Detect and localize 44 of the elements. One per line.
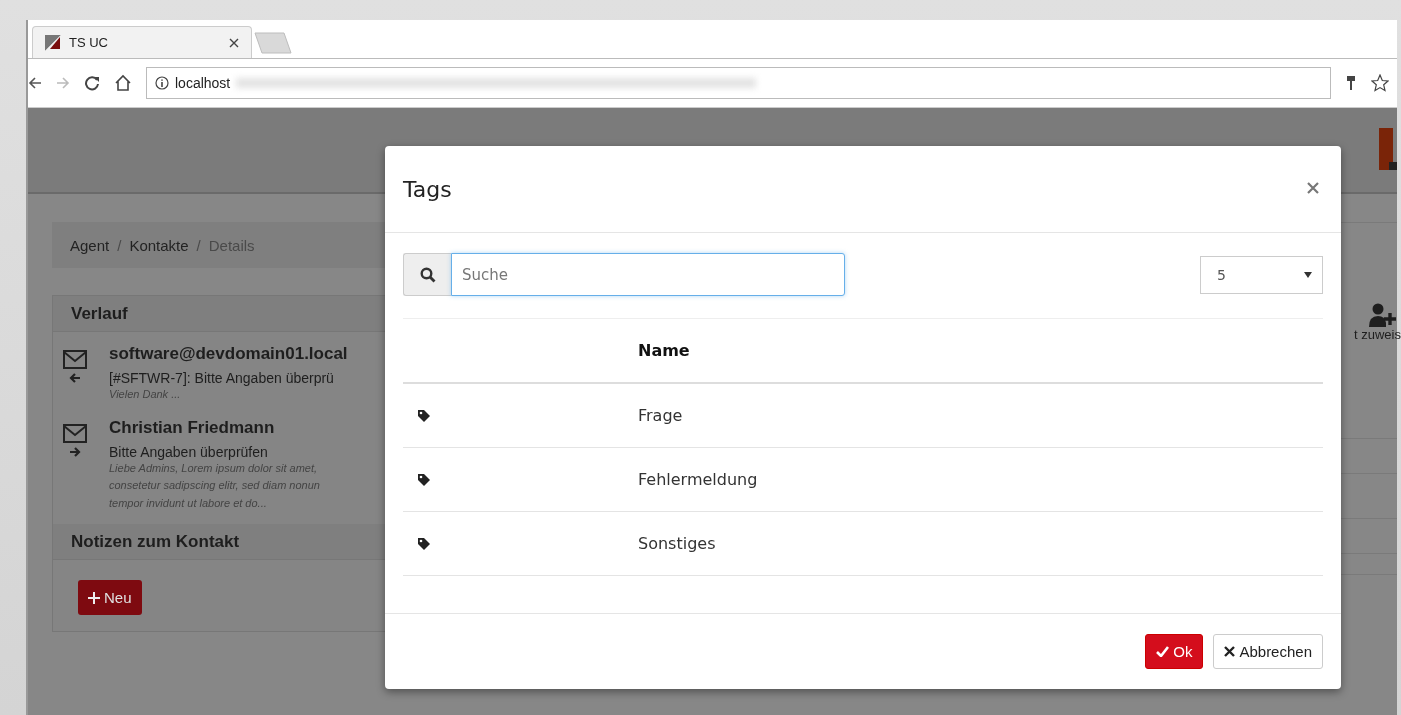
- star-icon[interactable]: [1371, 74, 1389, 92]
- message-preview: consetetur sadipscing elitr, sed diam nonun: [109, 478, 320, 494]
- tag-name[interactable]: Frage: [638, 406, 683, 425]
- message-subject: Bitte Angaben überprüfen: [109, 443, 269, 460]
- breadcrumb-link[interactable]: Kontakte: [129, 236, 189, 254]
- cancel-button[interactable]: Abbrechen: [1213, 634, 1323, 669]
- back-icon[interactable]: [28, 76, 42, 90]
- plus-icon: [88, 591, 100, 604]
- browser-tab[interactable]: TS UC: [32, 26, 252, 58]
- tag-name[interactable]: Fehlermeldung: [638, 470, 758, 489]
- tag-icon: [417, 536, 431, 551]
- home-icon[interactable]: [114, 74, 132, 92]
- search-field[interactable]: Suche: [451, 253, 845, 296]
- favicon-icon: [45, 34, 61, 51]
- column-header[interactable]: Name: [638, 341, 690, 360]
- tag-icon: [417, 472, 431, 487]
- logo: [1379, 128, 1397, 170]
- new-button[interactable]: Neu: [78, 580, 142, 616]
- caret-icon: [1304, 271, 1312, 278]
- breadcrumb-separator: /: [196, 236, 201, 254]
- key-icon[interactable]: [1345, 75, 1357, 91]
- message-preview: Liebe Admins, Lorem ipsum dolor sit amet,: [109, 460, 319, 476]
- breadcrumb-link[interactable]: Agent: [70, 236, 110, 254]
- close-icon[interactable]: [229, 37, 239, 48]
- dialog-title: Tags: [403, 176, 452, 202]
- message-subject: [#SFTWR-7]: Bitte Angaben überprü: [109, 370, 335, 386]
- url-text: localhost: [175, 75, 231, 91]
- sender-name[interactable]: Christian Friedmann: [109, 417, 320, 438]
- info-icon[interactable]: [155, 76, 169, 90]
- sender-name[interactable]: software@devdomain01.local: [109, 344, 348, 364]
- message-preview: Vielen Dank ...: [109, 387, 182, 402]
- add-user-icon[interactable]: [1369, 303, 1397, 327]
- breadcrumb-separator: /: [117, 236, 122, 254]
- address-bar[interactable]: localhost: [146, 67, 1331, 99]
- reload-icon[interactable]: [84, 75, 100, 91]
- tag-icon: [417, 408, 431, 423]
- check-icon: [1156, 646, 1170, 657]
- ok-button[interactable]: Ok: [1145, 634, 1204, 669]
- page-size-select[interactable]: 5: [1200, 255, 1323, 294]
- message-preview: tempor invidunt ut labore et do...: [109, 495, 268, 511]
- close-icon: [1307, 181, 1319, 194]
- cross-icon: [1224, 646, 1236, 657]
- tag-name[interactable]: Sonstiges: [638, 534, 716, 553]
- search-icon: [419, 266, 436, 283]
